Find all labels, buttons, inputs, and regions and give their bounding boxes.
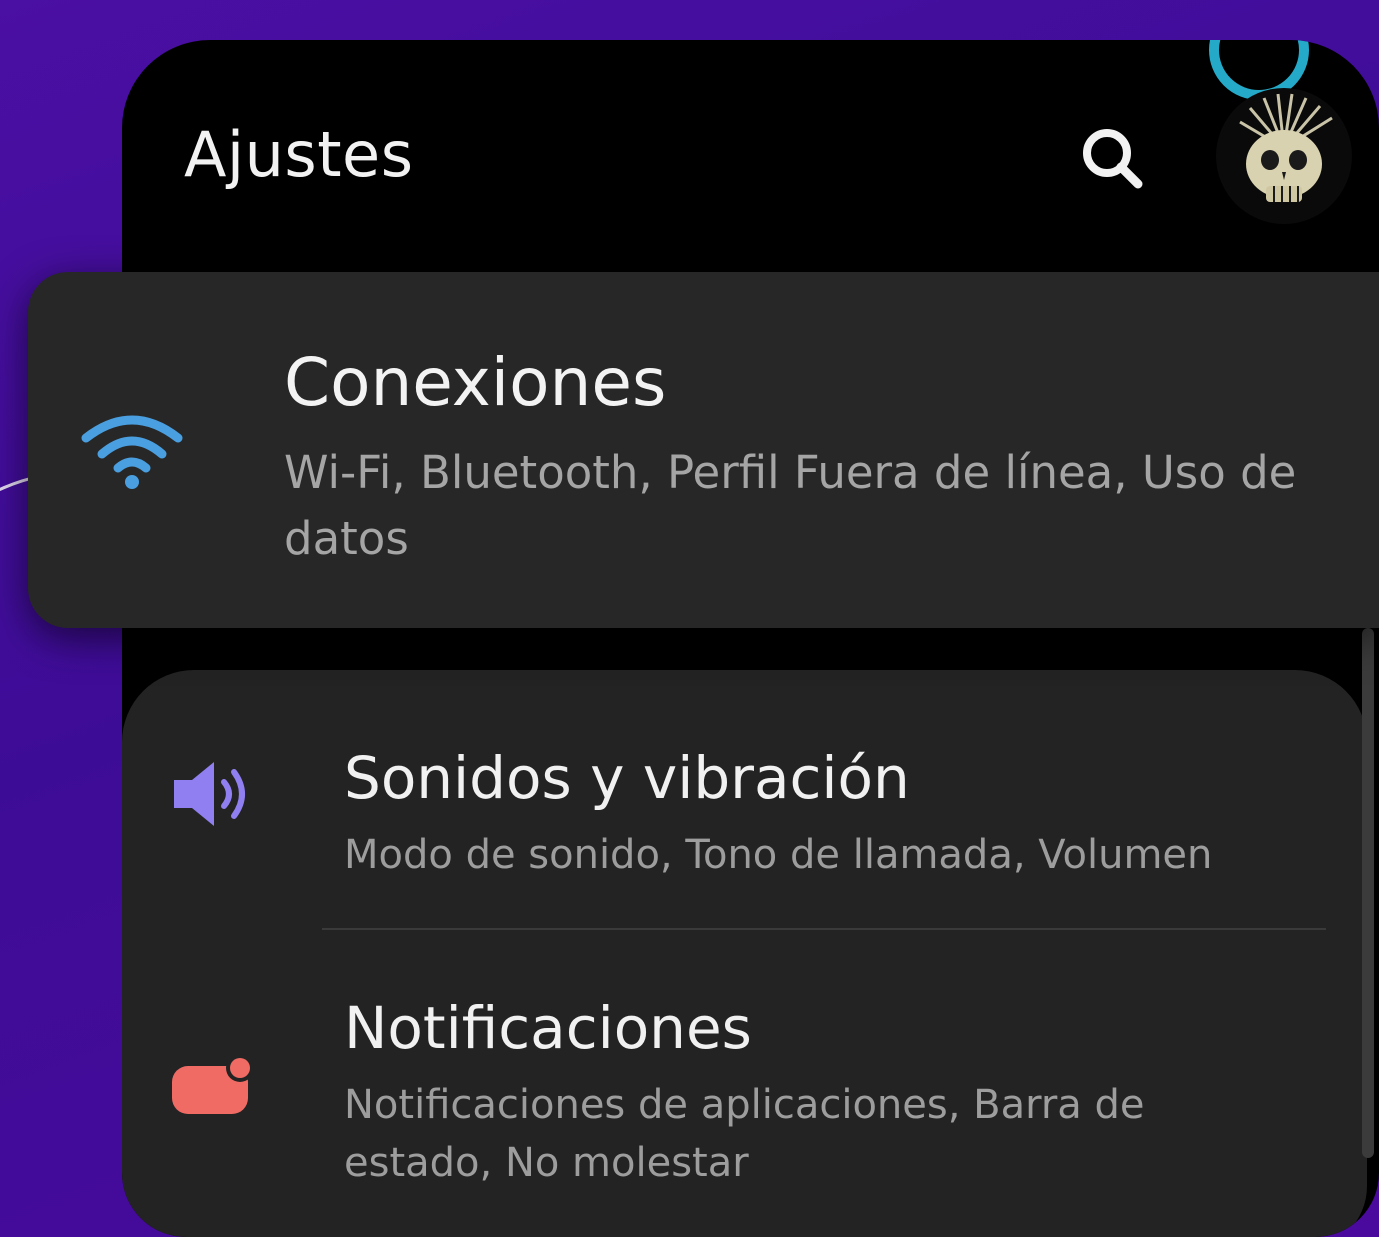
divider: [322, 928, 1326, 930]
menu-item-sounds[interactable]: Sonidos y vibración Modo de sonido, Tono…: [122, 712, 1367, 942]
connections-title: Conexiones: [284, 344, 667, 421]
avatar[interactable]: [1216, 88, 1352, 224]
skull-avatar: [1216, 88, 1352, 224]
notifications-title: Notificaciones: [344, 994, 752, 1062]
wifi-icon: [81, 415, 183, 489]
scrollbar[interactable]: [1362, 628, 1374, 1158]
sounds-subtitle: Modo de sonido, Tono de llamada, Volumen: [344, 832, 1213, 878]
menu-item-notifications[interactable]: Notificaciones Notificaciones de aplicac…: [122, 972, 1367, 1202]
search-button[interactable]: [1072, 118, 1152, 198]
page-title: Ajustes: [184, 118, 414, 191]
sounds-title: Sonidos y vibración: [344, 744, 910, 812]
search-icon: [1083, 129, 1143, 189]
notifications-subtitle: Notificaciones de aplicaciones, Barra de…: [344, 1082, 1145, 1186]
settings-screen: Ajustes Sonidos y vibración Modo de soni…: [122, 40, 1379, 1237]
connections-subtitle: Wi-Fi, Bluetooth, Perfil Fuera de línea,…: [284, 446, 1297, 565]
speaker-icon: [174, 762, 245, 826]
notification-icon: [172, 1054, 254, 1114]
menu-item-connections[interactable]: Conexiones Wi-Fi, Bluetooth, Perfil Fuer…: [28, 272, 1379, 628]
